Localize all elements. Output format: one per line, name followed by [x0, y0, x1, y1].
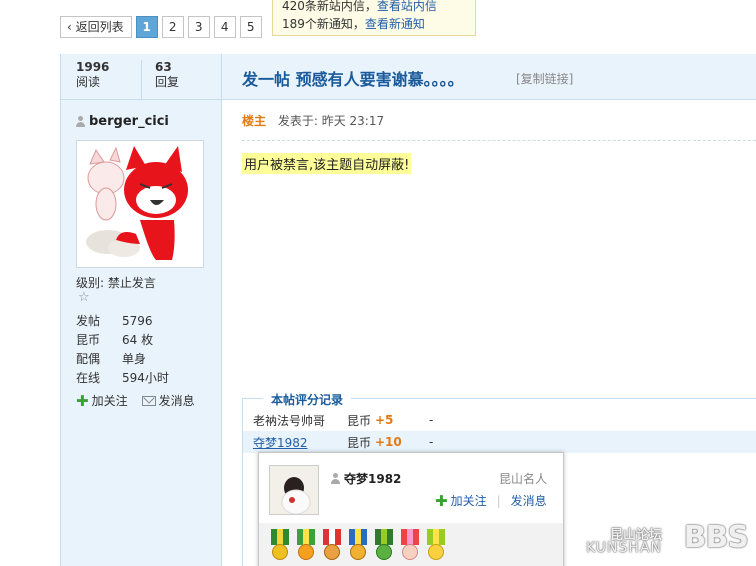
replies-count: 63	[155, 60, 172, 74]
notice-line-notification: 189个新通知，查看新通知	[282, 15, 466, 33]
info-value: 64 枚	[122, 333, 154, 347]
info-value: 单身	[122, 352, 147, 366]
views-count: 1996	[76, 60, 110, 74]
medal-icon[interactable]	[295, 529, 317, 563]
fox-avatar-image	[80, 144, 200, 264]
close-icon[interactable]: ×	[455, 0, 466, 6]
rating-user[interactable]: 老衲法号帅哥	[243, 412, 347, 429]
notification-popup: 420条新站内信，查看站内信 189个新通知，查看新通知 ×	[272, 0, 476, 36]
rating-note: -	[429, 413, 434, 427]
notice-pm-text: 420条新站内信，	[282, 0, 377, 13]
rating-value: +5	[375, 413, 394, 427]
views-label: 阅读	[76, 75, 101, 89]
watermark-bbs: BBS	[683, 520, 749, 555]
follow-label: 加关注	[91, 394, 128, 408]
views-stat: 1996 阅读	[61, 60, 141, 99]
replies-stat: 63 回复	[141, 60, 221, 99]
star-icon: ☆	[78, 290, 90, 305]
page-1-button[interactable]: 1	[135, 16, 158, 38]
author-name-text: berger_cici	[89, 114, 169, 129]
medal-icon[interactable]	[399, 529, 421, 563]
card-avatar[interactable]	[269, 465, 319, 515]
rating-note: -	[429, 435, 434, 449]
medal-icon[interactable]	[347, 529, 369, 563]
card-actions: ✚ 加关注 | 发消息	[435, 492, 547, 509]
post-timestamp: 发表于: 昨天 23:17	[277, 114, 385, 128]
info-row-spouse: 配偶 单身	[76, 350, 169, 369]
view-pm-link[interactable]: 查看站内信	[377, 0, 437, 13]
medal-list	[259, 523, 563, 566]
user-icon	[76, 116, 85, 127]
follow-button[interactable]: ✚ 加关注	[76, 392, 128, 409]
medal-icon[interactable]	[425, 529, 447, 563]
banned-notice: 用户被禁言,该主题自动屏蔽!	[242, 153, 412, 174]
rating-title: 本帖评分记录	[263, 391, 352, 408]
page-2-button[interactable]: 2	[161, 16, 184, 38]
info-key: 在线	[76, 371, 101, 385]
user-icon	[331, 473, 340, 484]
info-key: 昆币	[76, 333, 101, 347]
info-value: 594小时	[122, 371, 169, 385]
author-name[interactable]: berger_cici	[76, 114, 169, 129]
rating-currency: 昆币	[347, 413, 372, 428]
back-to-list-button[interactable]: ‹ 返回列表	[60, 16, 132, 38]
author-level: 级别: 禁止发言	[76, 276, 156, 290]
page-4-button[interactable]: 4	[213, 16, 236, 38]
author-info: 发帖 5796 昆币 64 枚 配偶 单身 在线 594小时	[76, 312, 169, 388]
card-avatar-image	[270, 466, 318, 514]
action-divider: |	[496, 493, 501, 508]
plus-icon: ✚	[435, 491, 448, 510]
info-key: 发帖	[76, 314, 101, 328]
op-badge: 楼主	[242, 114, 267, 128]
info-key: 配偶	[76, 352, 101, 366]
author-sidebar: 1996 阅读 63 回复 berger_cici 级别: 禁止发言 ☆ 发帖 …	[60, 54, 222, 566]
watermark-en: KUNSHAN	[586, 540, 662, 556]
back-to-list-label: 返回列表	[75, 20, 124, 34]
thread-title-bar: 发一帖 预感有人要害谢慕。。。。 [复制链接]	[222, 54, 756, 100]
page-3-button[interactable]: 3	[187, 16, 210, 38]
info-value: 5796	[122, 314, 153, 328]
send-message-button[interactable]: 发消息	[141, 392, 195, 409]
card-message-button[interactable]: 发消息	[511, 492, 547, 509]
thread-stats: 1996 阅读 63 回复	[61, 54, 221, 100]
rating-user[interactable]: 夺梦1982	[243, 434, 347, 451]
view-notifications-link[interactable]: 查看新通知	[365, 17, 425, 31]
envelope-icon	[141, 395, 156, 406]
page-5-button[interactable]: 5	[239, 16, 262, 38]
plus-icon: ✚	[76, 391, 89, 410]
notice-line-pm: 420条新站内信，查看站内信	[282, 0, 466, 15]
card-username[interactable]: 夺梦1982	[331, 470, 401, 487]
thread-title: 发一帖 预感有人要害谢慕。。。。	[242, 70, 464, 89]
divider	[242, 140, 756, 141]
card-username-text: 夺梦1982	[344, 472, 402, 486]
message-label: 发消息	[158, 394, 195, 408]
rating-currency: 昆币	[347, 435, 372, 450]
rating-row: 夺梦1982 昆币 +10 -	[243, 431, 756, 453]
user-card-popup: 夺梦1982 昆山名人 ✚ 加关注 | 发消息	[258, 452, 564, 566]
info-row-online: 在线 594小时	[76, 369, 169, 388]
card-follow-button[interactable]: 加关注	[451, 492, 487, 509]
card-rank: 昆山名人	[498, 472, 547, 486]
author-actions: ✚ 加关注 发消息	[76, 392, 195, 409]
rating-row: 老衲法号帅哥 昆币 +5 -	[243, 409, 756, 431]
rating-value: +10	[375, 435, 402, 449]
medal-icon[interactable]	[373, 529, 395, 563]
medal-icon[interactable]	[321, 529, 343, 563]
replies-label: 回复	[155, 75, 180, 89]
medal-icon[interactable]	[269, 529, 291, 563]
post-meta: 楼主 发表于: 昨天 23:17	[242, 112, 384, 129]
avatar[interactable]	[76, 140, 204, 268]
notice-notify-text: 189个新通知，	[282, 17, 365, 31]
pagination: ‹ 返回列表 1 2 3 4 5	[60, 16, 262, 38]
copy-link-button[interactable]: [复制链接]	[516, 70, 573, 87]
info-row-coins: 昆币 64 枚	[76, 331, 169, 350]
info-row-posts: 发帖 5796	[76, 312, 169, 331]
